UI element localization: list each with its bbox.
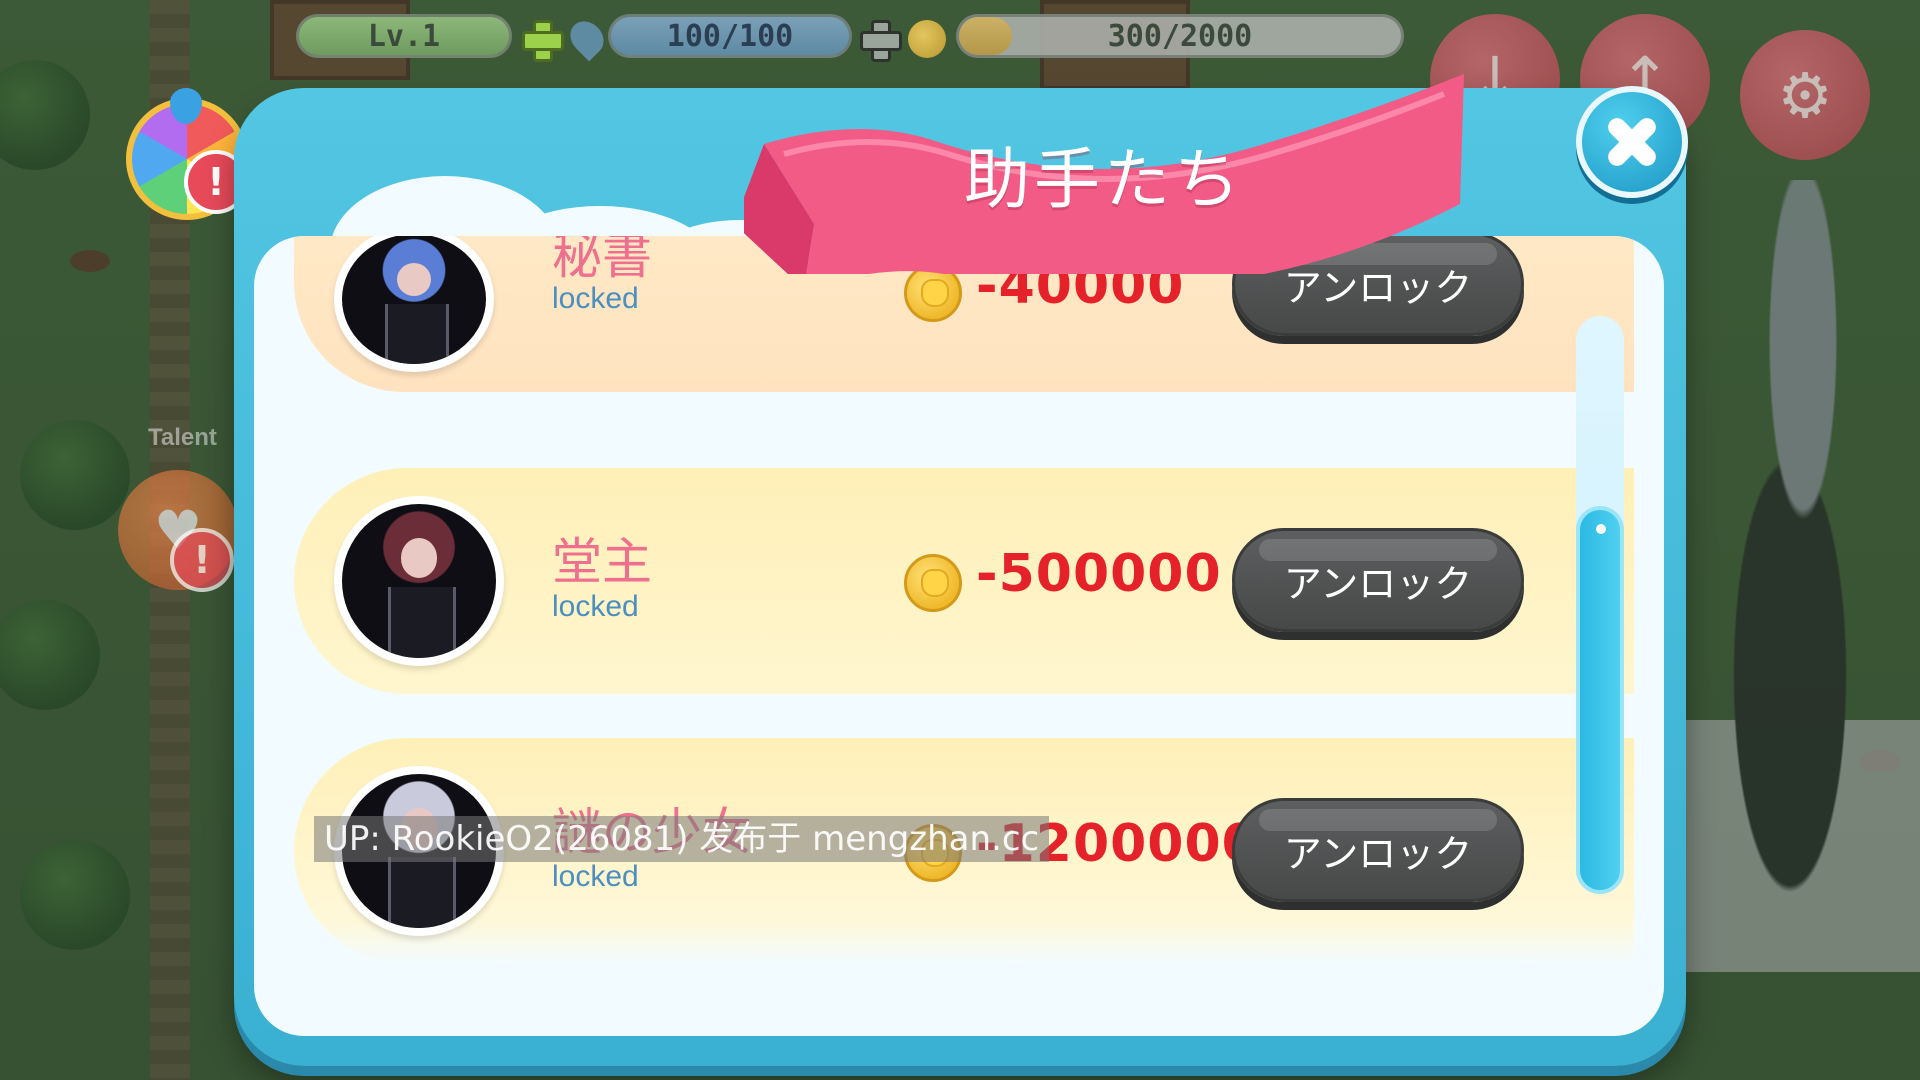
- assistant-status: locked: [552, 282, 639, 315]
- scrollbar-thumb[interactable]: [1576, 506, 1624, 894]
- title-banner: 助手たち: [744, 74, 1464, 274]
- assistant-list-panel: 秘書 locked -40000 アンロック 堂主 locked -500000…: [254, 236, 1664, 1036]
- watermark-overlay: UP: RookieO2(26081) 发布于 mengzhan.cc: [314, 816, 1050, 862]
- energy-bar: 100/100: [608, 14, 852, 58]
- gear-icon: ⚙: [1777, 58, 1833, 132]
- avatar-image: [342, 236, 486, 364]
- alert-glyph: !: [193, 538, 211, 582]
- assistant-status: locked: [552, 590, 639, 623]
- unlock-button[interactable]: アンロック: [1232, 798, 1524, 902]
- assistant-name: 堂主: [552, 533, 652, 591]
- talent-label: Talent: [148, 424, 217, 451]
- energy-text: 100/100: [666, 18, 794, 54]
- dialog-title: 助手たち: [964, 141, 1244, 218]
- coin-icon: [904, 554, 962, 612]
- assistant-name: 秘書: [552, 236, 652, 285]
- gold-text: 300/2000: [1107, 18, 1253, 54]
- coin-icon: [908, 20, 946, 58]
- gold-bar-fill: [959, 17, 1013, 55]
- list-item: 堂主 locked -500000 アンロック: [294, 468, 1634, 694]
- settings-button[interactable]: ⚙: [1740, 30, 1870, 160]
- plus-icon[interactable]: [520, 18, 564, 62]
- avatar: [334, 496, 504, 666]
- assistant-list: 秘書 locked -40000 アンロック 堂主 locked -500000…: [254, 236, 1664, 1036]
- alert-icon: !: [170, 528, 234, 592]
- plus-icon[interactable]: [858, 18, 902, 62]
- alert-glyph: !: [207, 160, 225, 204]
- close-button[interactable]: [1576, 86, 1688, 198]
- assistant-price: -500000: [976, 544, 1222, 604]
- avatar-image: [342, 504, 496, 658]
- gold-bar: 300/2000: [956, 14, 1404, 58]
- unlock-button[interactable]: アンロック: [1232, 528, 1524, 632]
- level-bar: Lv.1: [296, 14, 512, 58]
- avatar: [334, 236, 494, 372]
- assistant-status: locked: [552, 860, 639, 893]
- level-text: Lv.1: [367, 18, 441, 54]
